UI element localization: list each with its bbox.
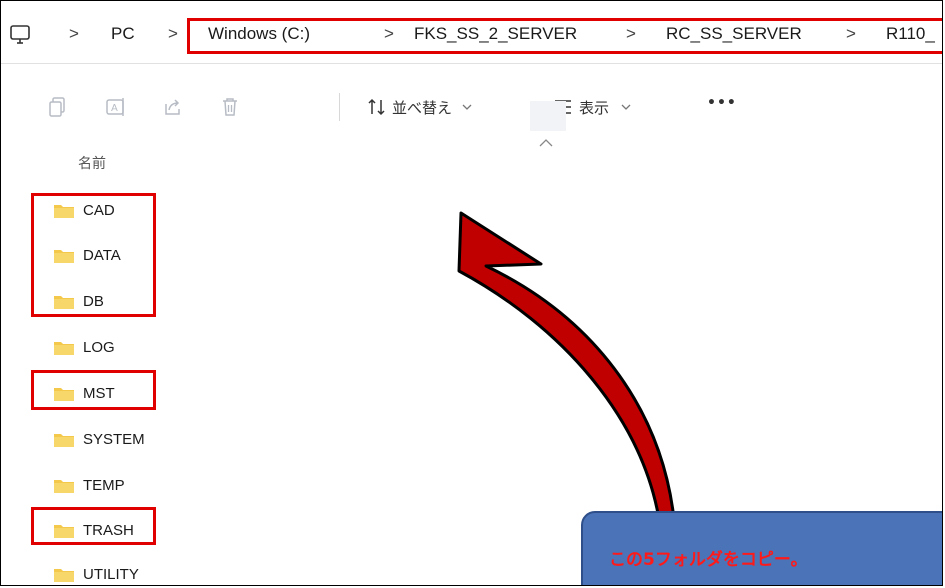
explorer-window: > PC > Windows (C:) > FKS_SS_2_SERVER > … <box>0 0 943 586</box>
folder-icon <box>54 342 74 355</box>
folder-icon <box>54 296 74 309</box>
callout-text: この5フォルダをコピー。 <box>609 550 808 570</box>
folder-row[interactable]: UTILITY <box>53 559 213 585</box>
breadcrumb-separator: > <box>69 24 79 43</box>
folder-icon <box>54 480 74 493</box>
chevron-down-icon <box>621 104 631 110</box>
breadcrumb-pc[interactable]: PC <box>111 24 135 44</box>
sort-button[interactable]: 並べ替え <box>392 97 452 118</box>
folder-icon <box>54 250 74 263</box>
folder-row[interactable]: LOG <box>53 332 213 366</box>
folder-row[interactable]: SYSTEM <box>53 424 213 458</box>
folder-name: CAD <box>83 202 115 219</box>
delete-icon[interactable] <box>219 96 241 118</box>
folder-row[interactable]: MST <box>53 378 213 412</box>
toolbar-divider <box>339 93 340 121</box>
chevron-down-icon <box>462 104 472 110</box>
sort-icon[interactable] <box>367 97 387 117</box>
folder-row[interactable]: CAD <box>53 195 213 229</box>
folder-name: TRASH <box>83 522 134 539</box>
column-header-name[interactable]: 名前 <box>78 153 106 173</box>
breadcrumb-separator: > <box>168 24 178 43</box>
command-bar: A 並べ替え 表示 ••• <box>1 85 942 131</box>
folder-row[interactable]: TEMP <box>53 470 213 504</box>
annotation-arrow <box>457 211 676 521</box>
folder-name: LOG <box>83 339 115 356</box>
folder-name: TEMP <box>83 477 125 494</box>
share-icon[interactable] <box>162 96 184 118</box>
folder-name: UTILITY <box>83 566 139 583</box>
folder-name: MST <box>83 385 115 402</box>
svg-text:A: A <box>111 103 118 114</box>
toolbar-selection-highlight <box>530 101 566 131</box>
rename-icon[interactable]: A <box>105 96 127 118</box>
folder-row[interactable]: TRASH <box>53 515 213 549</box>
folder-name: SYSTEM <box>83 431 145 448</box>
folder-icon <box>54 388 74 401</box>
folder-name: DATA <box>83 247 121 264</box>
divider <box>1 63 942 64</box>
address-highlight-box <box>187 18 942 54</box>
chevron-up-icon[interactable] <box>539 139 553 147</box>
view-button[interactable]: 表示 <box>579 97 609 118</box>
more-options-button[interactable]: ••• <box>707 95 737 111</box>
folder-icon <box>54 525 74 538</box>
address-bar[interactable]: > PC > Windows (C:) > FKS_SS_2_SERVER > … <box>1 15 942 57</box>
folder-name: DB <box>83 293 104 310</box>
folder-icon <box>54 434 74 447</box>
folder-row[interactable]: DB <box>53 286 213 320</box>
folder-row[interactable]: DATA <box>53 240 213 274</box>
copy-icon[interactable] <box>47 96 69 118</box>
folder-icon <box>54 205 74 218</box>
folder-icon <box>54 569 74 582</box>
monitor-icon[interactable] <box>9 25 31 45</box>
